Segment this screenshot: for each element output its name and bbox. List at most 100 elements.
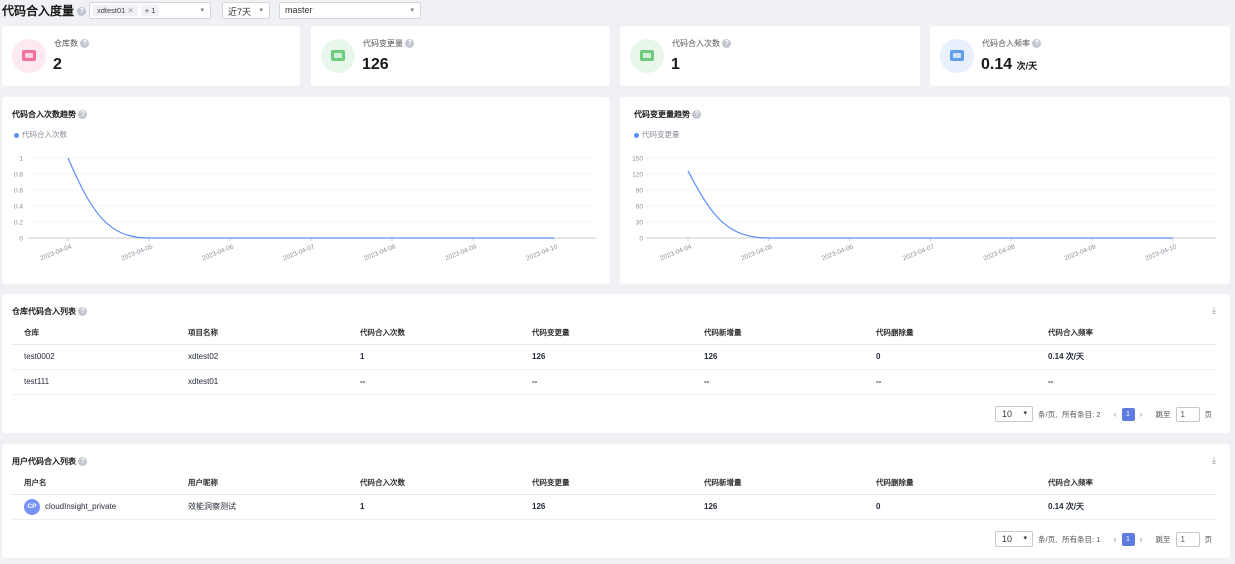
chart-legend[interactable]: 代码合入次数 <box>14 129 67 140</box>
column-header: 用户名 <box>12 472 176 495</box>
help-icon[interactable]: ? <box>405 39 415 49</box>
repo-table-title: 仓库代码合入列表 ? <box>12 306 88 317</box>
page-size-select[interactable]: 10 ▾ <box>994 406 1033 422</box>
table-cell: 0.14 次/天 <box>1036 494 1217 520</box>
user-pagination: 10 ▾ 条/页, 所有条目: 1 ‹ 1 › 跳至 1 页 <box>994 531 1213 547</box>
table-cell: CP cloudInsight_private <box>12 494 176 520</box>
help-icon[interactable]: ? <box>722 39 732 49</box>
column-header: 代码新增量 <box>692 322 864 345</box>
merge-trend-chart[interactable]: 0 0.2 0.4 0.6 0.8 1 2023-04-04 2023-04-05 2023-0… <box>2 147 610 284</box>
user-table: 用户名 用户昵称 代码合入次数 代码变更量 代码新增量 代码删除量 代码合入频率 CP clo… <box>12 472 1217 520</box>
column-header: 代码变更量 <box>520 472 692 495</box>
table-cell: 0 <box>864 494 1036 520</box>
filter-tag-more: + 1 <box>140 5 160 16</box>
chart-legend[interactable]: 代码变更量 <box>634 129 680 140</box>
change-trend-title: 代码变更量趋势 ? <box>634 109 702 120</box>
page-unit-label: 页 <box>1204 534 1213 544</box>
stat-value: 0.14 次/天 <box>981 56 1038 73</box>
x-tick-label: 2023-04-05 <box>120 243 154 262</box>
x-tick-label: 2023-04-09 <box>1063 243 1097 262</box>
column-header: 代码删除量 <box>864 472 1036 495</box>
page-number[interactable]: 1 <box>1121 532 1135 546</box>
chevron-down-icon: ▾ <box>410 7 414 14</box>
y-tick-label: 0.8 <box>14 172 23 179</box>
total-count: 所有条目: 2 <box>1062 409 1101 419</box>
x-tick-label: 2023-04-04 <box>659 243 693 262</box>
help-icon[interactable]: ? <box>78 307 88 317</box>
help-icon[interactable]: ? <box>77 7 87 17</box>
prev-page-icon[interactable]: ‹ <box>1114 534 1117 544</box>
x-tick-label: 2023-04-10 <box>525 243 559 262</box>
help-icon[interactable]: ? <box>78 457 88 467</box>
help-icon[interactable]: ? <box>80 39 90 49</box>
table-cell: xdtest01 <box>176 369 348 395</box>
user-table-title: 用户代码合入列表 ? <box>12 456 88 467</box>
column-header: 代码合入次数 <box>348 322 520 345</box>
jump-label: 跳至 <box>1155 409 1171 419</box>
table-cell: -- <box>692 369 864 395</box>
repo-filter-select[interactable]: xdtest01 ✕ + 1 ▾ <box>89 2 211 19</box>
y-tick-label: 0.2 <box>14 220 23 227</box>
y-tick-label: 30 <box>636 220 644 227</box>
x-tick-label: 2023-04-04 <box>39 243 73 262</box>
stat-card: 代码变更量 ? 126 <box>311 26 610 86</box>
stat-value: 126 <box>362 56 389 73</box>
table-cell: xdtest02 <box>176 344 348 370</box>
tag-close-icon[interactable]: ✕ <box>127 6 133 15</box>
code-change-icon <box>321 39 355 73</box>
series-line <box>687 170 1173 239</box>
x-tick-label: 2023-04-08 <box>363 243 397 262</box>
column-header: 代码新增量 <box>692 472 864 495</box>
column-header: 仓库 <box>12 322 176 345</box>
help-icon[interactable]: ? <box>78 110 88 120</box>
stat-value: 1 <box>671 56 680 73</box>
help-icon[interactable]: ? <box>1032 39 1042 49</box>
chevron-down-icon: ▾ <box>1023 535 1027 542</box>
change-trend-chart[interactable]: 0 30 60 90 120 150 2023-04-04 2023-04-05 2023-04… <box>620 147 1230 284</box>
x-tick-label: 2023-04-08 <box>983 243 1017 262</box>
jump-page-input[interactable]: 1 <box>1175 406 1200 422</box>
page-size-select[interactable]: 10 ▾ <box>994 531 1033 547</box>
table-cell: -- <box>348 369 520 395</box>
table-cell: 效能洞察测试 <box>176 494 348 520</box>
next-page-icon[interactable]: › <box>1140 409 1143 419</box>
help-icon[interactable]: ? <box>692 110 702 120</box>
stat-unit: 次/天 <box>1016 61 1038 71</box>
table-row[interactable]: test111 xdtest01 -- -- -- -- -- <box>12 369 1217 395</box>
jump-page-input[interactable]: 1 <box>1175 531 1200 547</box>
download-icon[interactable]: ⤓ <box>1212 305 1216 316</box>
x-tick-label: 2023-04-06 <box>821 243 855 262</box>
page-title: 代码合入度量 ? <box>2 2 87 19</box>
page-number[interactable]: 1 <box>1121 407 1135 421</box>
next-page-icon[interactable]: › <box>1140 534 1143 544</box>
table-row[interactable]: test0002 xdtest02 1 126 126 0 0.14 次/天 <box>12 344 1217 370</box>
table-cell: 0 <box>864 344 1036 370</box>
legend-dot-icon <box>634 132 639 138</box>
download-icon[interactable]: ⤓ <box>1212 455 1216 466</box>
table-cell: test111 <box>12 369 176 395</box>
series-line <box>67 157 555 239</box>
prev-page-icon[interactable]: ‹ <box>1114 409 1117 419</box>
x-tick-label: 2023-04-07 <box>902 243 936 262</box>
repo-icon <box>12 39 46 73</box>
merge-trend-title: 代码合入次数趋势 ? <box>12 109 88 120</box>
filter-tag[interactable]: xdtest01 ✕ <box>93 5 138 16</box>
table-cell: 1 <box>348 494 520 520</box>
chevron-down-icon: ▾ <box>259 7 263 14</box>
merge-trend-card: 代码合入次数趋势 ? 代码合入次数 0 0.2 0.4 0.6 0.8 1 2023-04-… <box>2 97 610 284</box>
y-tick-label: 0 <box>19 236 23 243</box>
branch-select[interactable]: master ▾ <box>279 2 421 19</box>
table-row[interactable]: CP cloudInsight_private 效能洞察测试 1 126 126 0 0.14… <box>12 494 1217 520</box>
y-tick-label: 90 <box>636 188 644 195</box>
column-header: 项目名称 <box>176 322 348 345</box>
page-unit-label: 页 <box>1204 409 1213 419</box>
period-select[interactable]: 近7天 ▾ <box>222 2 270 19</box>
table-cell: test0002 <box>12 344 176 370</box>
per-page-label: 条/页, <box>1037 534 1058 544</box>
user-merge-card: 用户代码合入列表 ? ⤓ 用户名 用户昵称 代码合入次数 代码变更量 代码新增量 代码删除… <box>2 444 1230 558</box>
repo-pagination: 10 ▾ 条/页, 所有条目: 2 ‹ 1 › 跳至 1 页 <box>994 406 1213 422</box>
stat-label: 代码合入次数 ? <box>672 38 732 49</box>
stat-label: 代码变更量 ? <box>363 38 415 49</box>
column-header: 代码合入频率 <box>1036 322 1217 345</box>
stat-label: 仓库数 ? <box>54 38 90 49</box>
